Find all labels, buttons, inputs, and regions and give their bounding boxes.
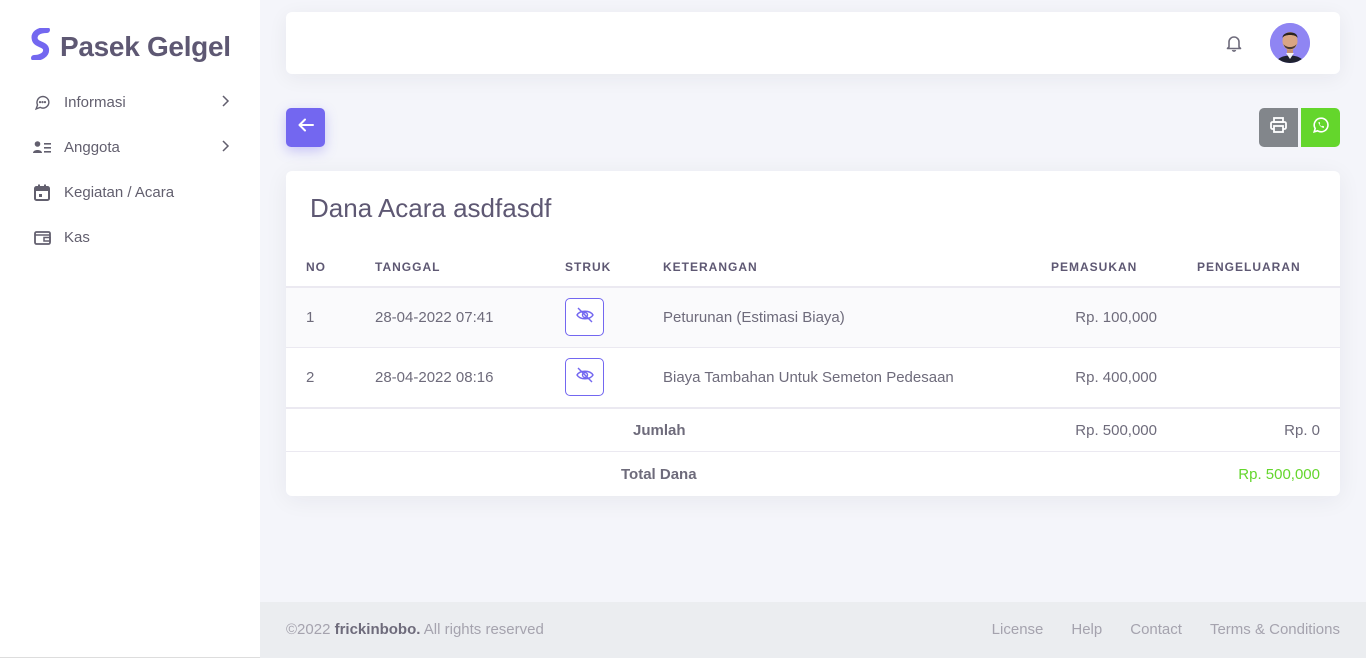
user-list-icon (33, 138, 51, 156)
print-button[interactable] (1259, 108, 1298, 147)
column-header-pengeluaran: PENGELUARAN (1197, 260, 1301, 274)
sidebar-item-informasi[interactable]: Informasi (22, 84, 240, 120)
sidebar-item-kas[interactable]: Kas (22, 219, 240, 255)
footer-link-terms[interactable]: Terms & Conditions (1210, 621, 1340, 638)
bell-icon[interactable] (1226, 34, 1242, 57)
printer-icon (1270, 117, 1287, 138)
cell-pemasukan: Rp. 100,000 (1075, 309, 1157, 326)
eye-off-icon (575, 307, 594, 328)
cell-no: 1 (306, 309, 315, 326)
sidebar-item-label: Informasi (64, 93, 126, 111)
column-header-struk: STRUK (565, 260, 612, 274)
page-title: Dana Acara asdfasdf (310, 193, 552, 223)
chevron-right-icon (220, 94, 230, 112)
cell-pemasukan: Rp. 400,000 (1075, 369, 1157, 386)
cell-tanggal: 28-04-2022 07:41 (375, 309, 494, 326)
arrow-left-icon (298, 118, 314, 137)
dana-acara-card: Dana Acara asdfasdf NO TANGGAL STRUK KET… (286, 171, 1340, 496)
brand-s-icon (30, 27, 52, 65)
cell-keterangan: Peturunan (Estimasi Biaya) (663, 309, 845, 326)
back-button[interactable] (286, 108, 325, 147)
cell-keterangan: Biaya Tambahan Untuk Semeton Pedesaan (663, 369, 954, 386)
copyright-year: ©2022 (286, 621, 331, 638)
view-struk-button[interactable] (565, 358, 604, 396)
column-header-pemasukan: PEMASUKAN (1051, 260, 1138, 274)
chevron-right-icon (220, 139, 230, 157)
summary-row: Jumlah Rp. 500,000 Rp. 0 (286, 409, 1340, 452)
top-navbar (286, 12, 1340, 74)
table-row: 1 28-04-2022 07:41 Peturunan (Estimasi B… (286, 288, 1340, 348)
summary-pemasukan: Rp. 500,000 (1075, 422, 1157, 439)
table-row: 2 28-04-2022 08:16 Biaya Tambahan Untuk … (286, 348, 1340, 408)
avatar[interactable] (1270, 23, 1310, 63)
sidebar-item-label: Anggota (64, 138, 120, 156)
total-label: Total Dana (621, 466, 697, 483)
brand-logo[interactable]: Pasek Gelgel (30, 27, 231, 65)
summary-label: Jumlah (633, 422, 686, 439)
footer: ©2022 frickinbobo. All rights reserved L… (260, 602, 1366, 658)
footer-links: License Help Contact Terms & Conditions (992, 621, 1340, 638)
calendar-icon (33, 183, 51, 201)
sidebar: Pasek Gelgel Informasi Anggota Kegiatan … (0, 0, 260, 658)
footer-link-contact[interactable]: Contact (1130, 621, 1182, 638)
column-header-keterangan: KETERANGAN (663, 260, 758, 274)
view-struk-button[interactable] (565, 298, 604, 336)
sidebar-item-anggota[interactable]: Anggota (22, 129, 240, 165)
column-header-no: NO (306, 260, 326, 274)
footer-link-license[interactable]: License (992, 621, 1044, 638)
footer-link-help[interactable]: Help (1071, 621, 1102, 638)
total-value: Rp. 500,000 (1238, 466, 1320, 483)
brand-name: Pasek Gelgel (60, 30, 231, 62)
total-row: Total Dana Rp. 500,000 (286, 452, 1340, 496)
whatsapp-button[interactable] (1301, 108, 1340, 147)
cell-tanggal: 28-04-2022 08:16 (375, 369, 494, 386)
footer-author-link[interactable]: frickinbobo. (335, 621, 421, 638)
summary-pengeluaran: Rp. 0 (1284, 422, 1320, 439)
message-circle-icon (33, 93, 51, 111)
footer-copyright: ©2022 frickinbobo. All rights reserved (286, 621, 544, 638)
sidebar-item-kegiatan[interactable]: Kegiatan / Acara (22, 174, 240, 210)
eye-off-icon (575, 367, 594, 388)
cell-no: 2 (306, 369, 315, 386)
sidebar-item-label: Kegiatan / Acara (64, 183, 175, 201)
rights-text: All rights reserved (423, 621, 544, 638)
wallet-icon (33, 228, 51, 246)
sidebar-item-label: Kas (64, 228, 90, 246)
whatsapp-icon (1312, 117, 1329, 138)
column-header-tanggal: TANGGAL (375, 260, 441, 274)
